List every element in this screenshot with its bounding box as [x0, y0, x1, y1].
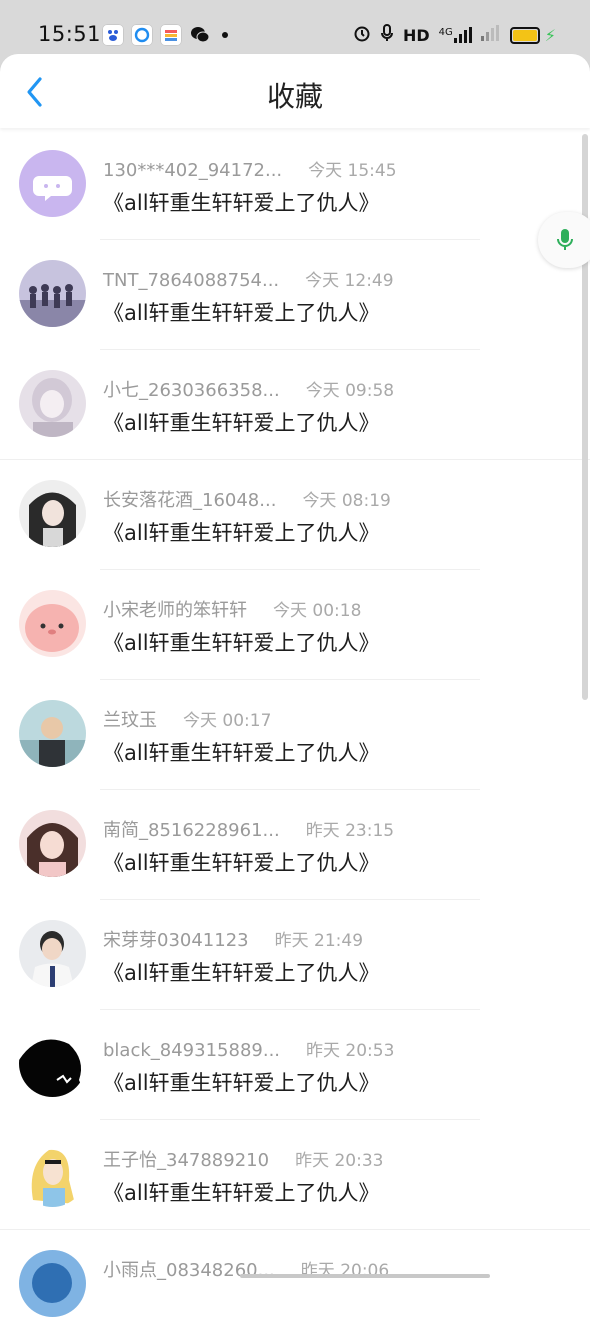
avatar[interactable]: [19, 1140, 86, 1207]
signal-label: 4G: [438, 27, 453, 38]
list-item[interactable]: 王子怡_347889210 昨天 20:33 《all轩重生轩轩爱上了仇人》: [0, 1120, 590, 1230]
work-title: 《all轩重生轩轩爱上了仇人》: [103, 521, 380, 545]
battery-icon: [509, 26, 540, 44]
pinwheel-icon: [160, 24, 182, 46]
avatar[interactable]: [19, 370, 86, 437]
list-item[interactable]: black_849315889... 昨天 20:53 《all轩重生轩轩爱上了…: [0, 1010, 590, 1120]
list-item[interactable]: 小七_2630366358... 今天 09:58 《all轩重生轩轩爱上了仇人…: [0, 350, 590, 460]
qq-browser-icon: [131, 24, 153, 46]
work-title: 《all轩重生轩轩爱上了仇人》: [103, 1181, 380, 1205]
timestamp: 昨天 20:33: [295, 1151, 384, 1171]
timestamp: 今天 00:18: [273, 601, 362, 621]
work-title: 《all轩重生轩轩爱上了仇人》: [103, 301, 380, 325]
baidu-icon: [102, 24, 124, 46]
user-name: 兰玟玉: [103, 710, 157, 731]
item-meta: 王子怡_347889210 昨天 20:33: [103, 1146, 383, 1172]
status-time: 15:51: [38, 22, 102, 46]
mic-status-icon: [380, 24, 394, 46]
user-name: 小雨点_08348260...: [103, 1260, 275, 1281]
timestamp: 昨天 20:53: [306, 1041, 395, 1061]
list-item[interactable]: 宋芽芽03041123 昨天 21:49 《all轩重生轩轩爱上了仇人》: [0, 900, 590, 1010]
work-title: 《all轩重生轩轩爱上了仇人》: [103, 1071, 380, 1095]
notification-icons: [102, 24, 228, 46]
list-item[interactable]: TNT_7864088754... 今天 12:49 《all轩重生轩轩爱上了仇…: [0, 240, 590, 350]
user-name: 宋芽芽03041123: [103, 930, 249, 951]
timestamp: 昨天 21:49: [274, 931, 364, 951]
avatar[interactable]: [19, 590, 86, 657]
user-name: 小七_2630366358...: [103, 380, 280, 401]
timestamp: 今天 15:45: [308, 161, 397, 181]
signal-4g-icon: 4G: [439, 27, 472, 43]
user-name: 南简_8516228961...: [103, 820, 280, 841]
avatar[interactable]: [19, 260, 86, 327]
user-name: TNT_7864088754...: [103, 270, 280, 291]
work-title: 《all轩重生轩轩爱上了仇人》: [103, 851, 380, 875]
avatar[interactable]: [19, 700, 86, 767]
work-title: 《all轩重生轩轩爱上了仇人》: [103, 411, 380, 435]
user-name: 王子怡_347889210: [103, 1150, 270, 1171]
wechat-icon: [189, 24, 211, 46]
user-name: black_849315889...: [103, 1040, 281, 1061]
timestamp: 今天 00:17: [183, 711, 272, 731]
voice-input-button[interactable]: [538, 212, 590, 268]
list-item[interactable]: 长安落花酒_16048... 今天 08:19 《all轩重生轩轩爱上了仇人》: [0, 460, 590, 570]
work-title: 《all轩重生轩轩爱上了仇人》: [103, 631, 380, 655]
avatar[interactable]: [19, 480, 86, 547]
user-name: 长安落花酒_16048...: [103, 490, 277, 511]
status-right: HD 4G ⚡: [353, 24, 556, 46]
list-item[interactable]: 小宋老师的笨轩轩 今天 00:18 《all轩重生轩轩爱上了仇人》: [0, 570, 590, 680]
list-item[interactable]: 小雨点_08348260... 昨天 20:06: [0, 1230, 590, 1340]
item-meta: 130***402_94172... 今天 15:45: [103, 156, 397, 181]
timestamp: 今天 08:19: [302, 491, 391, 511]
avatar[interactable]: [19, 1030, 86, 1097]
avatar[interactable]: [19, 1250, 86, 1317]
favorites-list: 130***402_94172... 今天 15:45 《all轩重生轩轩爱上了…: [0, 130, 590, 1340]
work-title: 《all轩重生轩轩爱上了仇人》: [103, 961, 380, 985]
item-meta: 南简_8516228961... 昨天 23:15: [103, 816, 394, 842]
mic-icon: [557, 229, 573, 250]
page-title: 收藏: [266, 80, 323, 113]
item-meta: 兰玟玉 今天 00:17: [103, 706, 271, 732]
item-meta: black_849315889... 昨天 20:53: [103, 1036, 394, 1061]
signal-secondary-icon: [480, 25, 501, 45]
avatar[interactable]: [19, 810, 86, 877]
work-title: 《all轩重生轩轩爱上了仇人》: [103, 191, 380, 215]
work-title: 《all轩重生轩轩爱上了仇人》: [103, 741, 380, 765]
charging-icon: ⚡: [544, 25, 556, 45]
alarm-icon: [353, 24, 371, 46]
user-name: 小宋老师的笨轩轩: [103, 600, 247, 621]
list-item[interactable]: 兰玟玉 今天 00:17 《all轩重生轩轩爱上了仇人》: [0, 680, 590, 790]
list-item[interactable]: 南简_8516228961... 昨天 23:15 《all轩重生轩轩爱上了仇人…: [0, 790, 590, 900]
home-indicator[interactable]: [240, 1274, 490, 1278]
item-meta: 小宋老师的笨轩轩 今天 00:18: [103, 596, 361, 622]
timestamp: 今天 09:58: [305, 381, 395, 401]
network-label: HD: [402, 25, 430, 45]
item-meta: 小雨点_08348260... 昨天 20:06: [103, 1256, 389, 1282]
nav-header: 收藏: [0, 54, 590, 128]
timestamp: 昨天 23:15: [305, 821, 395, 841]
item-meta: 长安落花酒_16048... 今天 08:19: [103, 486, 391, 512]
timestamp: 今天 12:49: [305, 271, 394, 291]
more-notifications-dot: [222, 32, 228, 38]
avatar[interactable]: [19, 920, 86, 987]
user-name: 130***402_94172...: [103, 160, 283, 181]
item-meta: 宋芽芽03041123 昨天 21:49: [103, 926, 363, 952]
item-meta: 小七_2630366358... 今天 09:58: [103, 376, 394, 402]
list-item[interactable]: 130***402_94172... 今天 15:45 《all轩重生轩轩爱上了…: [0, 130, 590, 240]
item-meta: TNT_7864088754... 今天 12:49: [103, 266, 394, 291]
avatar[interactable]: [19, 150, 86, 217]
